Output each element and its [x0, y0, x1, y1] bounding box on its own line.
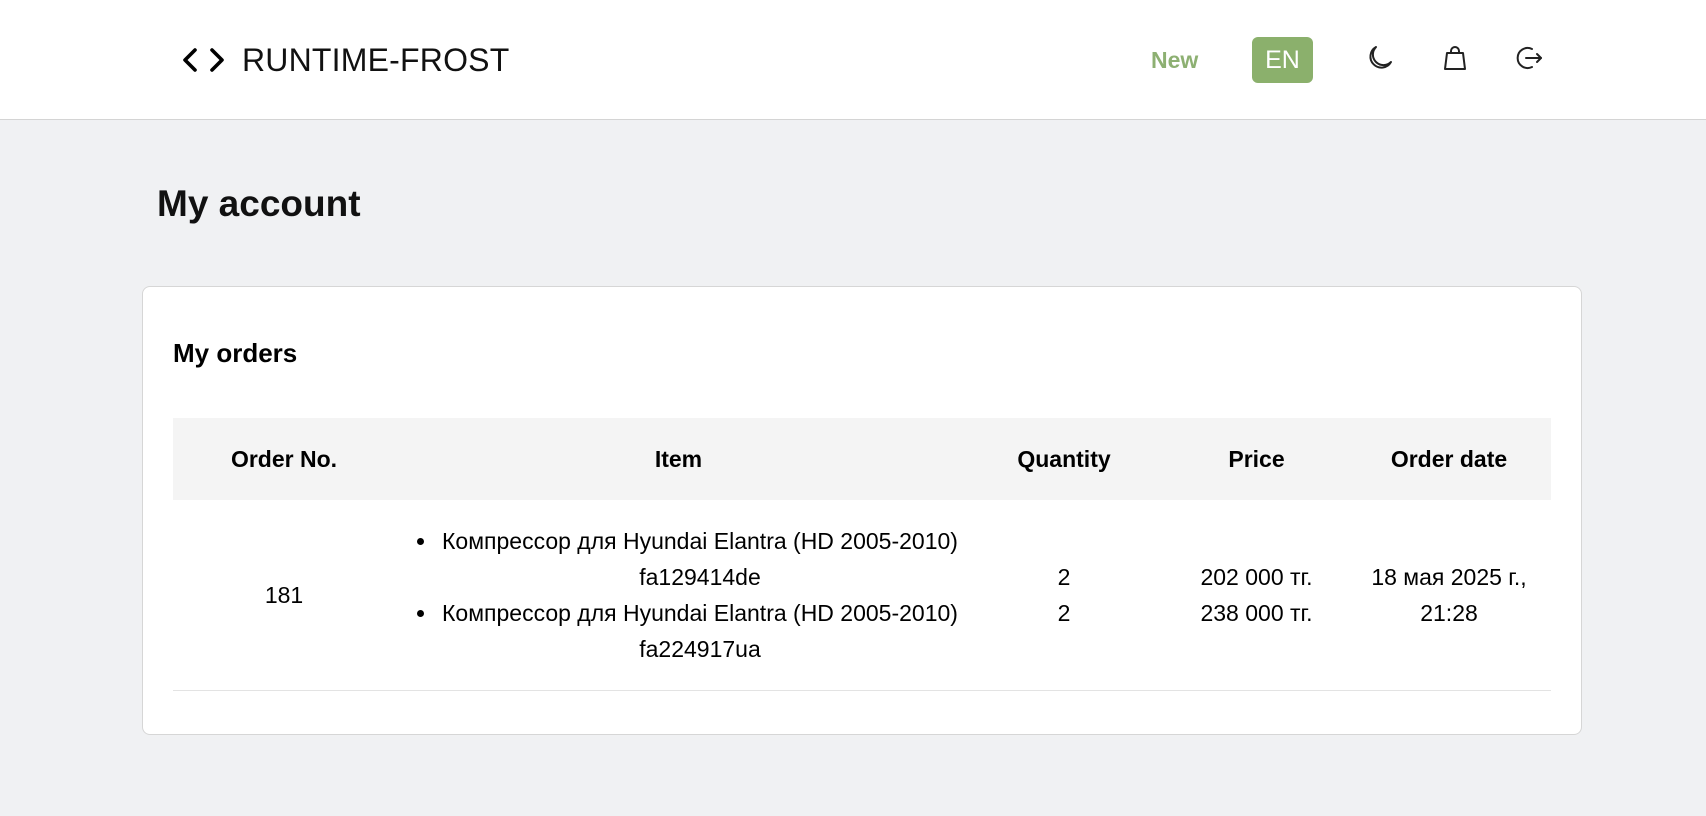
cart-button[interactable]	[1435, 40, 1475, 80]
order-prices: 202 000 тг. 238 000 тг.	[1166, 500, 1347, 690]
code-icon	[181, 44, 226, 76]
price-value: 238 000 тг.	[1200, 599, 1313, 626]
top-header: RUNTIME-FROST New EN	[0, 0, 1706, 120]
logout-icon	[1515, 43, 1545, 78]
column-header-price: Price	[1228, 445, 1285, 472]
list-item: Компрессор для Hyundai Elantra (HD 2005-…	[438, 523, 962, 595]
price-value: 202 000 тг.	[1200, 563, 1313, 590]
order-number: 181	[264, 581, 304, 608]
page-title: My account	[157, 183, 361, 224]
column-header-order-no: Order No.	[230, 445, 338, 472]
nav-link-new[interactable]: New	[1151, 44, 1198, 76]
item-list: Компрессор для Hyundai Elantra (HD 2005-…	[395, 523, 962, 667]
list-item: Компрессор для Hyundai Elantra (HD 2005-…	[438, 595, 962, 667]
order-items: Компрессор для Hyundai Elantra (HD 2005-…	[395, 500, 962, 690]
theme-toggle-button[interactable]	[1360, 40, 1400, 80]
column-header-quantity: Quantity	[1017, 445, 1111, 472]
brand-logo-link[interactable]: RUNTIME-FROST	[181, 40, 509, 80]
order-date: 18 мая 2025 г., 21:28	[1371, 563, 1527, 626]
brand-name: RUNTIME-FROST	[242, 41, 510, 78]
quantity-value: 2	[1057, 599, 1071, 626]
order-quantities: 2 2	[962, 500, 1166, 690]
orders-title: My orders	[173, 338, 298, 368]
orders-card: My orders Order No. Item Quantity Price …	[142, 286, 1582, 735]
language-switch-button[interactable]: EN	[1252, 37, 1313, 83]
shopping-bag-icon	[1440, 43, 1470, 78]
table-row: 181 Компрессор для Hyundai Elantra (HD 2…	[173, 500, 1551, 690]
column-header-item: Item	[654, 445, 703, 472]
orders-table: Order No. Item Quantity Price Order date…	[173, 418, 1551, 691]
table-header-row: Order No. Item Quantity Price Order date	[173, 418, 1551, 500]
column-header-order-date: Order date	[1390, 445, 1508, 472]
moon-icon	[1365, 43, 1395, 78]
logout-button[interactable]	[1510, 40, 1550, 80]
quantity-value: 2	[1057, 563, 1071, 590]
